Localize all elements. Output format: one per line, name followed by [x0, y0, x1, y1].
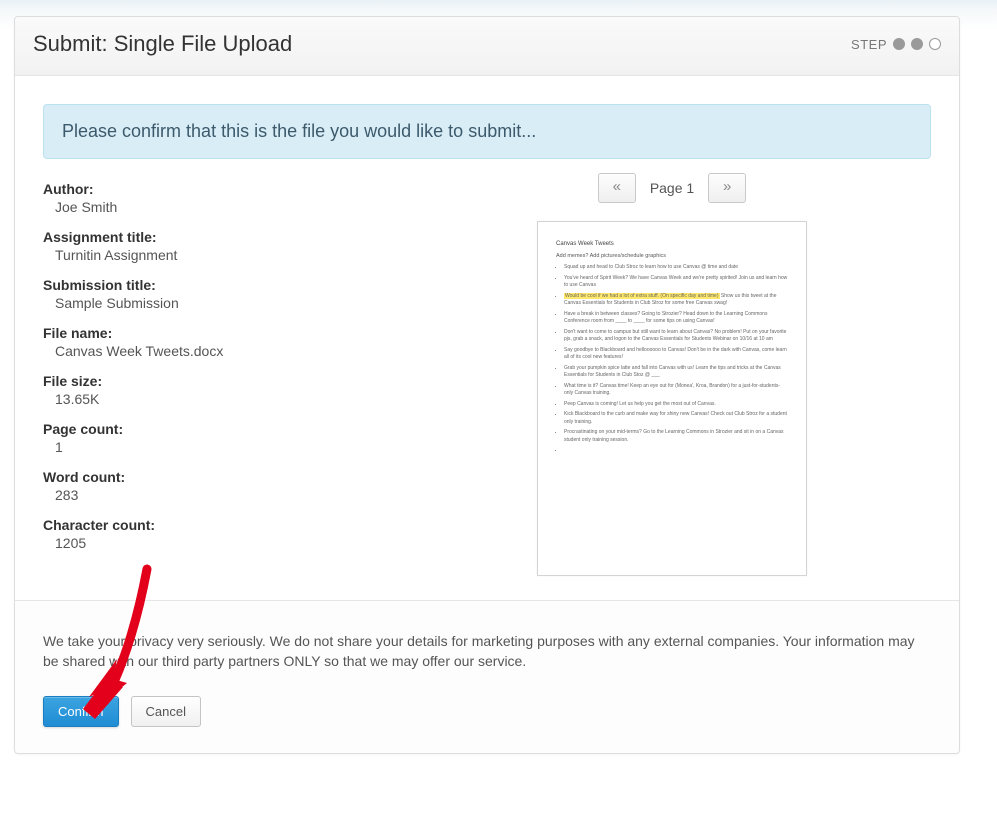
doc-line: Grab your pumpkin spice latte and fall i… [564, 365, 788, 380]
meta-value: 283 [43, 487, 373, 503]
doc-title: Canvas Week Tweets [556, 240, 788, 249]
doc-line: Squad up and head to Club Stroz to learn… [564, 264, 788, 272]
doc-line: Don't want to come to campus but still w… [564, 329, 788, 344]
privacy-text: We take your privacy very seriously. We … [43, 631, 931, 672]
preview-column: « Page 1 » Canvas Week Tweets Add memes?… [413, 177, 931, 576]
meta-label: Assignment title: [43, 229, 373, 245]
doc-line: What time is it? Canvas time! Keep an ey… [564, 383, 788, 398]
step-dot-2-icon [911, 38, 923, 50]
meta-value: Turnitin Assignment [43, 247, 373, 263]
doc-subtitle: Add memes? Add pictures/schedule graphic… [556, 252, 788, 260]
step-dot-3-icon [929, 38, 941, 50]
meta-label: File size: [43, 373, 373, 389]
pager-prev-button[interactable]: « [598, 173, 636, 203]
doc-line: Procrastinating on your mid-terms? Go to… [564, 429, 788, 444]
button-row: Confirm Cancel [43, 696, 931, 727]
metadata-column: Author: Joe Smith Assignment title: Turn… [43, 177, 373, 576]
panel-header: Submit: Single File Upload STEP [15, 17, 959, 76]
meta-value: Canvas Week Tweets.docx [43, 343, 373, 359]
meta-file-size: File size: 13.65K [43, 373, 373, 407]
meta-file-name: File name: Canvas Week Tweets.docx [43, 325, 373, 359]
meta-assignment-title: Assignment title: Turnitin Assignment [43, 229, 373, 263]
meta-value: Joe Smith [43, 199, 373, 215]
confirm-alert: Please confirm that this is the file you… [43, 104, 931, 159]
doc-line [564, 447, 788, 455]
doc-line: Say goodbye to Blackboard and helloooooo… [564, 347, 788, 362]
content-area: Author: Joe Smith Assignment title: Turn… [15, 177, 959, 600]
step-indicator: STEP [851, 37, 941, 52]
submit-panel: Submit: Single File Upload STEP Please c… [14, 16, 960, 754]
doc-line: Would be cool if we had a lot of extra s… [564, 293, 788, 308]
meta-label: Character count: [43, 517, 373, 533]
meta-label: Author: [43, 181, 373, 197]
meta-value: 1205 [43, 535, 373, 551]
step-dot-1-icon [893, 38, 905, 50]
pager-label: Page 1 [650, 180, 694, 196]
doc-line: You've heard of Spirit Week? We have Can… [564, 275, 788, 290]
meta-page-count: Page count: 1 [43, 421, 373, 455]
meta-author: Author: Joe Smith [43, 181, 373, 215]
meta-character-count: Character count: 1205 [43, 517, 373, 551]
meta-value: Sample Submission [43, 295, 373, 311]
panel-title: Submit: Single File Upload [33, 31, 292, 57]
document-preview: Canvas Week Tweets Add memes? Add pictur… [537, 221, 807, 576]
doc-line: Peep Canvas is coming! Let us help you g… [564, 401, 788, 409]
meta-value: 13.65K [43, 391, 373, 407]
meta-word-count: Word count: 283 [43, 469, 373, 503]
meta-label: Page count: [43, 421, 373, 437]
doc-line: Kick Blackboard to the curb and make way… [564, 411, 788, 426]
confirm-button[interactable]: Confirm [43, 696, 119, 727]
footer: We take your privacy very seriously. We … [15, 600, 959, 753]
meta-label: Word count: [43, 469, 373, 485]
doc-line: Have a break in between classes? Going t… [564, 311, 788, 326]
pager-next-button[interactable]: » [708, 173, 746, 203]
cancel-button[interactable]: Cancel [131, 696, 201, 727]
doc-highlight: Would be cool if we had a lot of extra s… [564, 293, 720, 299]
step-label: STEP [851, 37, 887, 52]
meta-value: 1 [43, 439, 373, 455]
pager: « Page 1 » [598, 173, 746, 203]
meta-label: File name: [43, 325, 373, 341]
meta-submission-title: Submission title: Sample Submission [43, 277, 373, 311]
meta-label: Submission title: [43, 277, 373, 293]
